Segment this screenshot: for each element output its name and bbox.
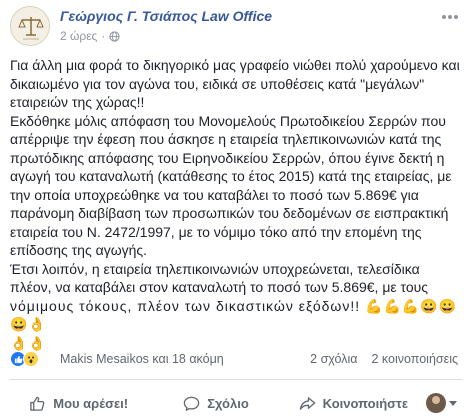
post-line: απέρριψε την έφεση που άσκησε η εταιρεία… — [10, 131, 442, 147]
comments-count[interactable]: 2 σχόλια — [310, 352, 357, 366]
thumbs-up-icon — [30, 396, 45, 411]
chevron-down-icon — [449, 400, 458, 406]
page-avatar[interactable] — [10, 6, 50, 46]
comment-button[interactable]: Σχόλιο — [147, 389, 284, 417]
more-options-icon[interactable] — [440, 10, 460, 24]
page-name-link[interactable]: Γεώργιος Γ. Τσιάπος Law Office — [60, 8, 272, 24]
viewer-avatar-selector[interactable] — [422, 389, 462, 417]
like-button[interactable]: Μου αρέσει! — [10, 389, 147, 417]
post-line: Έτσι λοιπόν, η εταιρεία τηλεπικοινωνιών … — [10, 260, 420, 277]
reactions-bar: Makis Mesaikos και 18 ακόμη 2 σχόλια 2 κ… — [10, 349, 462, 371]
post-stats: 2 σχόλια 2 κοινοποιήσεις — [310, 352, 458, 366]
post-line: αγωγή του καταναλωτή (κατάθεσης το έτος … — [10, 168, 452, 184]
post-line: την οποία υποχρεώθηκε να του καταβάλει τ… — [10, 186, 419, 203]
reaction-names[interactable]: Makis Mesaikos και 18 ακόμη — [60, 352, 224, 366]
post-line: Για άλλη μια φορά το δικηγορικό μας γραφ… — [10, 57, 460, 73]
meta-separator: · — [101, 29, 106, 43]
comment-button-label: Σχόλιο — [207, 395, 249, 411]
reaction-icons[interactable] — [10, 351, 39, 367]
post-line: δικαιωμένο για τον αγώνα του, ειδικά σε … — [10, 75, 425, 92]
post-time[interactable]: 2 ώρες — [60, 29, 97, 43]
share-icon — [299, 396, 315, 410]
post-line: επίδοσης της αγωγής. — [10, 242, 148, 258]
post-meta: 2 ώρες · — [60, 29, 120, 43]
shares-count[interactable]: 2 κοινοποιήσεις — [372, 352, 459, 366]
post-line: παράνομη διαβίβαση των προσωπικών του δε… — [10, 205, 449, 221]
post-line: πλέον, να καταβάλει στον καταναλωτή το π… — [10, 279, 429, 295]
post-line: εταιρειών της χώρας!! — [10, 94, 145, 110]
share-button-label: Κοινοποιήστε — [322, 395, 409, 411]
action-bar: Μου αρέσει! Σχόλιο Κοινοποιήστε — [10, 388, 462, 418]
post-line: νόμιμους τόκους, πλέον των δικαστικών εξ… — [10, 297, 458, 333]
globe-icon[interactable] — [109, 30, 120, 42]
post-line: πρωτόδικης απόφασης του Ειρηνοδικείου Σε… — [10, 149, 445, 166]
wow-icon — [23, 351, 39, 367]
post-header: Γεώργιος Γ. Τσιάπος Law Office 2 ώρες · — [10, 6, 460, 52]
law-office-logo — [11, 7, 49, 45]
share-button[interactable]: Κοινοποιήστε — [285, 389, 422, 417]
viewer-avatar — [426, 393, 447, 413]
post-line: Εκδόθηκε μόλις απόφαση του Μονομελούς Πρ… — [10, 112, 446, 129]
comment-icon — [183, 396, 200, 411]
actions-divider — [10, 379, 462, 380]
like-button-label: Μου αρέσει! — [53, 395, 129, 411]
post-line: εταιρεία του Ν. 2472/1997, με το νόμιμο … — [10, 223, 422, 240]
post-body: Για άλλη μια φορά το δικηγορικό μας γραφ… — [10, 56, 462, 352]
